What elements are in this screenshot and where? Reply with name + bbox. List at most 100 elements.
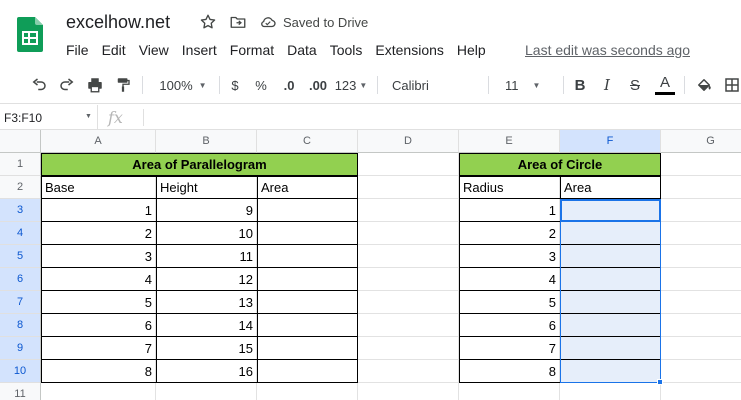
star-icon[interactable] <box>199 13 219 33</box>
table-cell[interactable] <box>257 199 358 222</box>
circle-header-radius[interactable]: Radius <box>459 176 560 199</box>
row-header-9[interactable]: 9 <box>0 337 41 360</box>
column-header-a[interactable]: A <box>41 130 156 153</box>
table-cell[interactable]: 13 <box>156 291 257 314</box>
table-cell[interactable] <box>257 245 358 268</box>
name-box-value: F3:F10 <box>4 111 43 125</box>
last-edit-link[interactable]: Last edit was seconds ago <box>525 40 690 60</box>
column-header-d[interactable]: D <box>358 130 459 153</box>
table-cell[interactable] <box>257 222 358 245</box>
table-cell[interactable] <box>257 314 358 337</box>
menu-data[interactable]: Data <box>287 40 317 60</box>
table-cell[interactable]: 3 <box>459 245 560 268</box>
table-cell[interactable]: 3 <box>41 245 156 268</box>
table-cell[interactable]: 5 <box>41 291 156 314</box>
circle-header-area[interactable]: Area <box>560 176 661 199</box>
decrease-decimal-button[interactable]: .0 <box>278 66 300 104</box>
font-size-select[interactable]: 11 ▼ <box>497 66 557 104</box>
table-cell[interactable] <box>257 360 358 383</box>
row-header-4[interactable]: 4 <box>0 222 41 245</box>
percent-format-button[interactable]: % <box>252 66 270 104</box>
increase-decimal-button[interactable]: .00 <box>304 66 332 104</box>
menu-help[interactable]: Help <box>457 40 486 60</box>
row-header-11[interactable]: 11 <box>0 383 41 400</box>
bold-button[interactable]: B <box>571 66 589 104</box>
table-cell[interactable]: 12 <box>156 268 257 291</box>
fill-handle[interactable] <box>657 379 663 385</box>
borders-icon[interactable] <box>722 66 741 104</box>
row-header-5[interactable]: 5 <box>0 245 41 268</box>
document-title[interactable]: excelhow.net <box>66 12 170 33</box>
row-header-7[interactable]: 7 <box>0 291 41 314</box>
row-header-10[interactable]: 10 <box>0 360 41 383</box>
zoom-select[interactable]: 100% ▼ <box>152 66 214 104</box>
italic-button[interactable]: I <box>598 66 616 104</box>
table-cell[interactable]: 4 <box>459 268 560 291</box>
strikethrough-button[interactable]: S <box>626 66 644 104</box>
chevron-down-icon: ▼ <box>532 80 541 90</box>
more-formats-select[interactable]: 123 ▼ <box>334 66 368 104</box>
chevron-down-icon: ▼ <box>198 80 207 90</box>
row-header-2[interactable]: 2 <box>0 176 41 199</box>
text-color-button[interactable]: A <box>654 66 676 104</box>
row-header-1[interactable]: 1 <box>0 153 41 176</box>
menu-extensions[interactable]: Extensions <box>375 40 443 60</box>
table-cell[interactable]: 16 <box>156 360 257 383</box>
table-cell[interactable]: 2 <box>41 222 156 245</box>
table-cell[interactable]: 1 <box>459 199 560 222</box>
table-cell[interactable]: 10 <box>156 222 257 245</box>
formula-input[interactable] <box>150 105 741 130</box>
active-cell-cursor[interactable] <box>560 199 661 222</box>
menu-file[interactable]: File <box>66 40 89 60</box>
table-cell[interactable] <box>257 337 358 360</box>
column-header-e[interactable]: E <box>459 130 560 153</box>
name-box[interactable]: F3:F10 ▼ <box>0 105 98 130</box>
spreadsheet-grid[interactable]: A B C D E F G 1 2 3 4 5 6 7 8 9 10 11 Area of Parallelogra… <box>0 130 741 400</box>
column-header-g[interactable]: G <box>661 130 741 153</box>
row-header-3[interactable]: 3 <box>0 199 41 222</box>
table-cell[interactable]: 8 <box>41 360 156 383</box>
parallelogram-header-base[interactable]: Base <box>41 176 156 199</box>
table-cell[interactable]: 9 <box>156 199 257 222</box>
menu-view[interactable]: View <box>139 40 169 60</box>
table-cell[interactable]: 4 <box>41 268 156 291</box>
row-header-6[interactable]: 6 <box>0 268 41 291</box>
table-cell[interactable]: 7 <box>459 337 560 360</box>
menu-tools[interactable]: Tools <box>330 40 363 60</box>
more-formats-label: 123 <box>334 77 357 93</box>
table-cell[interactable]: 5 <box>459 291 560 314</box>
table-cell[interactable]: 6 <box>41 314 156 337</box>
cloud-saved-icon[interactable] <box>258 13 278 33</box>
print-icon[interactable] <box>84 66 106 104</box>
sheets-logo-icon[interactable] <box>17 17 43 52</box>
move-to-folder-icon[interactable] <box>229 13 249 33</box>
table-cell[interactable]: 8 <box>459 360 560 383</box>
table-cell[interactable]: 2 <box>459 222 560 245</box>
undo-icon[interactable] <box>28 66 50 104</box>
table-cell[interactable]: 14 <box>156 314 257 337</box>
table-cell[interactable] <box>257 268 358 291</box>
column-header-f[interactable]: F <box>560 130 661 153</box>
menu-insert[interactable]: Insert <box>182 40 217 60</box>
fill-color-icon[interactable] <box>694 66 714 104</box>
table-cell[interactable] <box>257 291 358 314</box>
table-border <box>41 221 358 222</box>
table-cell[interactable]: 15 <box>156 337 257 360</box>
menu-format[interactable]: Format <box>230 40 274 60</box>
parallelogram-header-area[interactable]: Area <box>257 176 358 199</box>
column-header-b[interactable]: B <box>156 130 257 153</box>
select-all-corner[interactable] <box>0 130 41 153</box>
font-family-select[interactable]: Calibri <box>386 66 482 104</box>
column-header-c[interactable]: C <box>257 130 358 153</box>
table-cell[interactable]: 6 <box>459 314 560 337</box>
toolbar-divider <box>684 76 685 94</box>
menu-edit[interactable]: Edit <box>102 40 126 60</box>
currency-format-button[interactable]: $ <box>226 66 244 104</box>
redo-icon[interactable] <box>56 66 78 104</box>
table-cell[interactable]: 1 <box>41 199 156 222</box>
table-cell[interactable]: 11 <box>156 245 257 268</box>
parallelogram-header-height[interactable]: Height <box>156 176 257 199</box>
table-cell[interactable]: 7 <box>41 337 156 360</box>
paint-format-icon[interactable] <box>112 66 134 104</box>
row-header-8[interactable]: 8 <box>0 314 41 337</box>
